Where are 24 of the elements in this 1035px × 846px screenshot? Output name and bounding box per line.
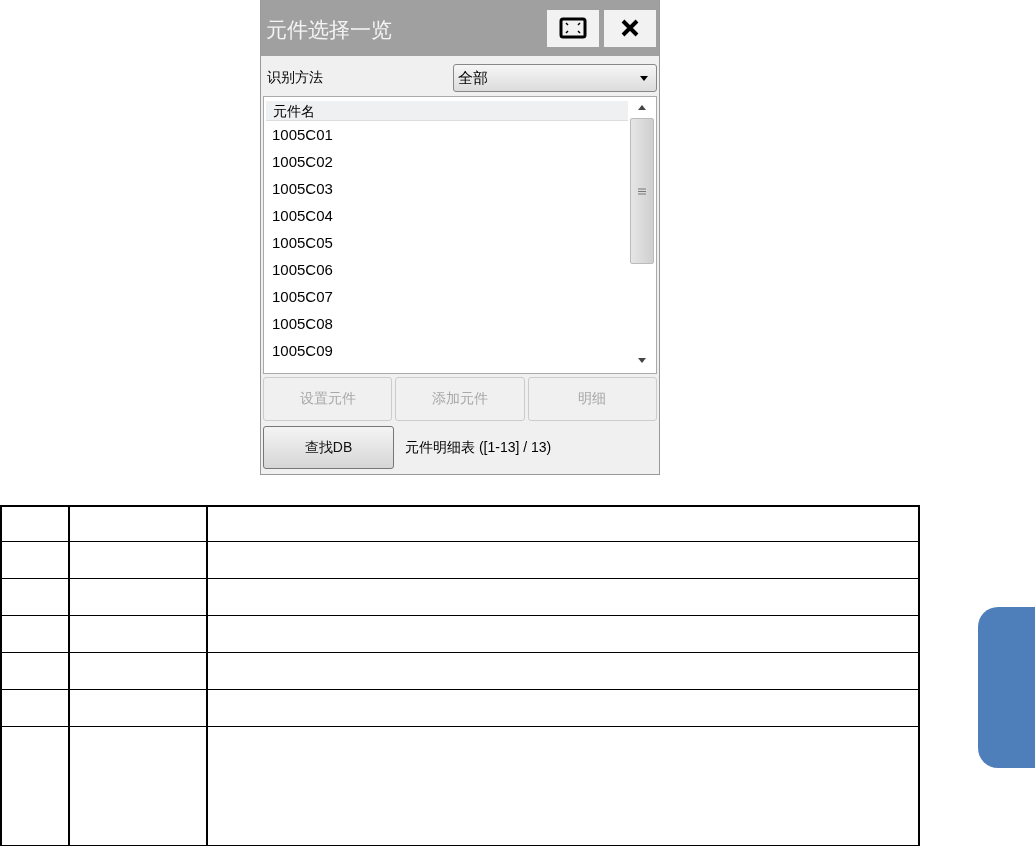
list-item[interactable]: 1005C07 <box>264 283 628 310</box>
column-header: 元件名 <box>266 101 628 121</box>
method-dropdown[interactable]: 全部 <box>453 64 657 92</box>
scroll-up-icon[interactable] <box>638 105 646 110</box>
search-db-button[interactable]: 查找DB <box>263 426 394 469</box>
status-text: 元件明细表 ([1-13] / 13) <box>405 438 552 457</box>
list-item[interactable]: 1005C08 <box>264 310 628 337</box>
list-item[interactable]: 1005C02 <box>264 148 628 175</box>
grip-icon <box>638 187 646 195</box>
scroll-thumb[interactable] <box>630 118 654 264</box>
list-item[interactable]: 1005C09 <box>264 337 628 364</box>
window-title: 元件选择一览 <box>266 17 392 43</box>
list-item[interactable]: 1005C04 <box>264 202 628 229</box>
list-item[interactable]: 1005C01 <box>264 121 628 148</box>
list-item[interactable]: 1005C05 <box>264 229 628 256</box>
list-item[interactable]: 1005C03 <box>264 175 628 202</box>
scroll-down-icon[interactable] <box>638 358 646 363</box>
list-item[interactable]: 1005C06 <box>264 256 628 283</box>
close-button[interactable] <box>604 9 656 47</box>
caret-icon <box>640 75 648 81</box>
maximize-icon <box>559 17 587 39</box>
filter-label: 识别方法 <box>267 69 323 87</box>
maximize-button[interactable] <box>547 9 599 47</box>
close-icon <box>620 18 640 38</box>
